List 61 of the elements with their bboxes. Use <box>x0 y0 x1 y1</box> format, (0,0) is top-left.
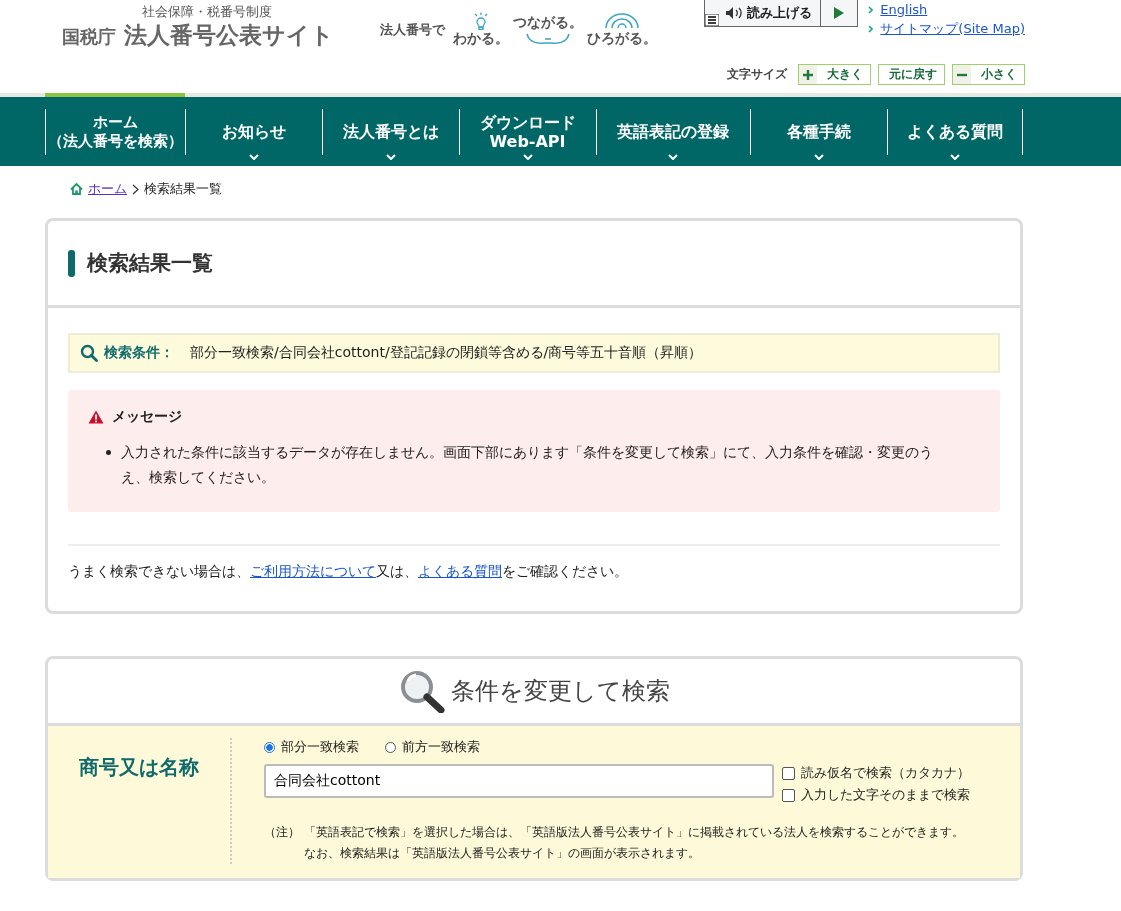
header-link[interactable]: English <box>880 2 928 17</box>
chevron-down-icon <box>522 154 533 160</box>
nav-tab[interactable]: お知らせ <box>185 93 322 166</box>
nav-tab[interactable]: よくある質問 <box>887 93 1023 166</box>
light-bulb-icon <box>473 12 489 30</box>
tagline-text: わかる。 <box>453 30 509 48</box>
tagline-text: 法人番号で <box>380 21 445 39</box>
checkbox-option[interactable]: 読み仮名で検索（カタカナ） <box>782 764 970 782</box>
page-heading: 検索結果一覧 <box>87 250 213 277</box>
section-heading: 条件を変更して検索 <box>450 676 670 707</box>
message-title: メッセージ <box>112 408 182 426</box>
nav-tab[interactable]: ホーム （法人番号を検索） <box>45 93 185 166</box>
condition-label: 検索条件： <box>104 344 174 362</box>
field-label: 商号又は名称 <box>79 754 199 781</box>
help-text: うまく検索できない場合は、ご利用方法について又は、よくある質問をご確認ください。 <box>68 544 1000 581</box>
text-size-button[interactable]: 大きく <box>798 64 871 85</box>
read-aloud-button[interactable]: 読み上げる <box>705 0 822 26</box>
text-size-label: 文字サイズ <box>727 66 787 83</box>
help-link[interactable]: よくある質問 <box>418 563 502 579</box>
breadcrumb-current: 検索結果一覧 <box>144 180 222 198</box>
nav-tab[interactable]: ダウンロード Web-API <box>459 93 596 166</box>
signal-waves-icon <box>602 12 642 30</box>
warning-icon <box>88 410 104 424</box>
name-input-field[interactable]: 合同会社cottont <box>264 764 774 798</box>
logo-subtitle: 社会保障・税番号制度 <box>142 4 273 20</box>
checkbox-option[interactable]: 入力した文字そのままで検索 <box>782 786 970 804</box>
nav-tab[interactable]: 各種手続 <box>750 93 887 166</box>
chevron-down-icon <box>385 154 396 160</box>
chevron-down-icon <box>668 154 678 160</box>
tagline-text: つながる。 <box>513 14 583 32</box>
radio-option[interactable]: 前方一致検索 <box>385 738 480 756</box>
tagline-text: ひろがる。 <box>587 30 657 48</box>
header-link[interactable]: サイトマップ(Site Map) <box>880 21 1025 36</box>
note-text: なお、検索結果は「英語版法人番号公表サイト」の画面が表示されます。 <box>304 845 701 862</box>
chevron-right-icon <box>868 5 874 14</box>
nav-tab[interactable]: 英語表記の登録 <box>596 93 750 166</box>
chevron-down-icon <box>950 154 960 160</box>
chevron-down-icon <box>813 154 824 160</box>
speaker-icon <box>725 6 744 20</box>
breadcrumb-link[interactable]: ホーム <box>88 180 127 198</box>
site-title: 法人番号公表サイト <box>124 21 334 50</box>
plus-icon <box>802 68 814 81</box>
condition-text: 部分一致検索/合同会社cottont/登記記録の閉鎖等含める/商号等五十音順（昇順） <box>190 344 703 362</box>
nav-tab[interactable]: 法人番号とは <box>322 93 459 166</box>
search-icon <box>80 344 98 362</box>
bullet-icon <box>106 450 111 455</box>
magnifier-icon <box>398 669 445 713</box>
heading-accent-bar <box>68 249 75 277</box>
chevron-right-icon <box>132 183 139 195</box>
home-icon <box>70 183 83 195</box>
text-size-button[interactable]: 元に戻す <box>878 64 945 85</box>
chevron-down-icon <box>248 154 259 160</box>
message-text: 入力された条件に該当するデータが存在しません。画面下部にあります「条件を変更して検索」にて、入力条件を確認・変更のうえ、検索してください。 <box>121 443 934 487</box>
radio-option[interactable]: 部分一致検索 <box>264 738 359 756</box>
play-icon <box>833 6 846 20</box>
note-mark: （注） <box>264 824 300 841</box>
help-link[interactable]: ご利用方法について <box>250 563 376 579</box>
text-size-button[interactable]: 小さく <box>952 64 1025 85</box>
agency-name: 国税庁 <box>62 25 116 49</box>
note-text: 「英語表記で検索」を選択した場合は、「英語版法人番号公表サイト」に掲載されている法人を検索することができます。 <box>304 824 964 841</box>
chevron-right-icon <box>868 24 874 33</box>
